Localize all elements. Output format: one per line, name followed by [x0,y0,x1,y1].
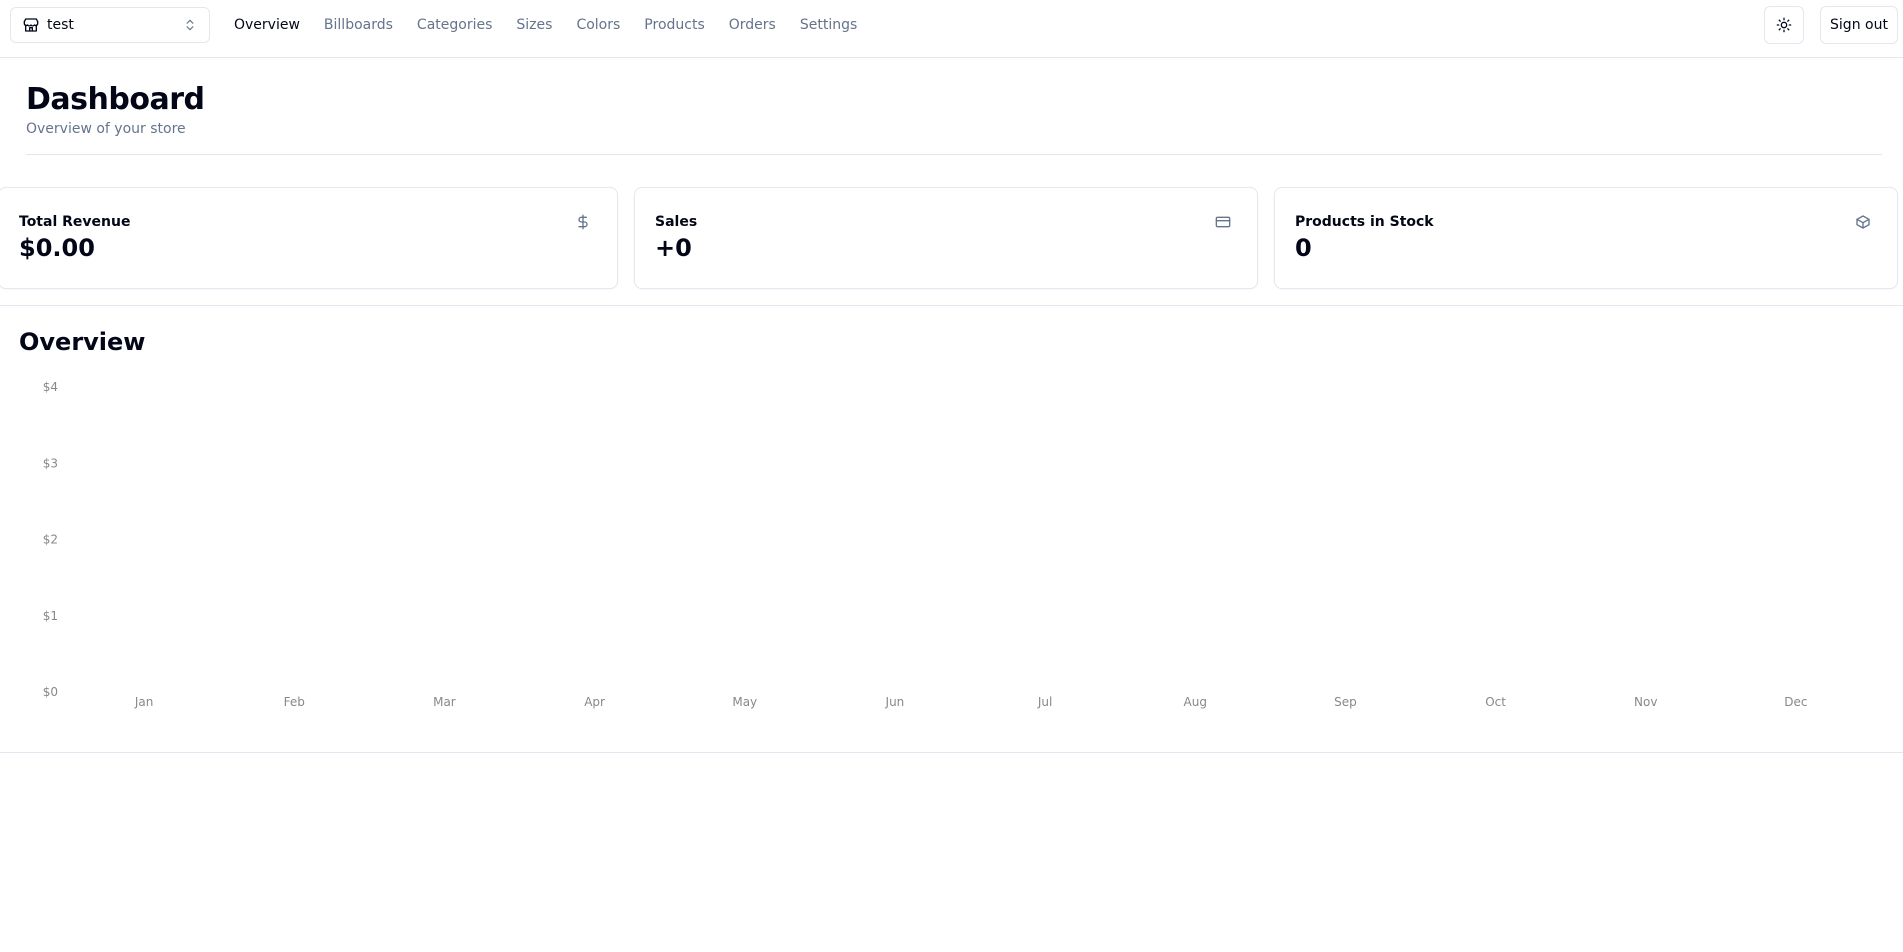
x-tick-label: Jun [885,695,905,709]
y-tick-label: $3 [43,456,58,470]
sign-out-button[interactable]: Sign out [1820,6,1898,44]
overview-chart-card: Overview $0 $1 $2 $3 $4 Jan Feb Mar Apr May Jun Jul… [0,305,1903,753]
x-tick-label: Mar [433,695,456,709]
card-label: Total Revenue [19,214,131,230]
x-tick-label: Jan [134,695,154,709]
nav-link-products[interactable]: Products [644,17,704,33]
nav-link-overview[interactable]: Overview [234,17,300,33]
nav-link-colors[interactable]: Colors [576,17,620,33]
card-value: +0 [655,234,692,262]
card-label: Products in Stock [1295,214,1434,230]
x-tick-label: Nov [1634,695,1657,709]
x-tick-label: Dec [1784,695,1807,709]
page-heading: Dashboard Overview of your store [26,80,205,138]
overview-bar-chart: $0 $1 $2 $3 $4 Jan Feb Mar Apr May Jun Jul Aug Sep Oct… [43,380,1808,709]
nav-link-orders[interactable]: Orders [729,17,776,33]
store-name: test [47,17,74,33]
separator [26,154,1882,155]
y-tick-label: $2 [43,533,58,547]
x-tick-label: Apr [584,695,605,709]
x-tick-label: Aug [1184,695,1207,709]
credit-card-icon [1215,214,1231,230]
x-tick-label: Oct [1485,695,1506,709]
sun-icon [1776,17,1792,33]
page-subtitle: Overview of your store [26,121,186,137]
card-value: $0.00 [19,234,95,262]
top-navbar: test Overview Billboards Categories Size… [0,0,1903,58]
nav-link-categories[interactable]: Categories [417,17,492,33]
x-tick-label: Sep [1334,695,1357,709]
package-icon [1855,214,1871,230]
y-tick-label: $4 [43,380,58,394]
products-in-stock-card: Products in Stock 0 [1274,187,1898,289]
store-switcher[interactable]: test [10,7,210,43]
theme-toggle-button[interactable] [1764,6,1804,44]
sales-card: Sales +0 [634,187,1258,289]
y-tick-label: $1 [43,609,58,623]
nav-link-sizes[interactable]: Sizes [516,17,552,33]
card-value: 0 [1295,234,1312,262]
x-tick-label: Feb [284,695,305,709]
card-label: Sales [655,214,698,230]
x-tick-label: Jul [1037,695,1052,709]
x-tick-label: May [732,695,757,709]
chevrons-up-down-icon [183,18,197,32]
store-icon [23,17,39,33]
page-title: Dashboard [26,82,205,117]
total-revenue-card: Total Revenue $0.00 [0,187,618,289]
main-nav: Overview Billboards Categories Sizes Col… [234,0,881,50]
dollar-sign-icon [575,214,591,230]
y-tick-label: $0 [43,685,58,699]
nav-link-settings[interactable]: Settings [800,17,857,33]
nav-link-billboards[interactable]: Billboards [324,17,393,33]
